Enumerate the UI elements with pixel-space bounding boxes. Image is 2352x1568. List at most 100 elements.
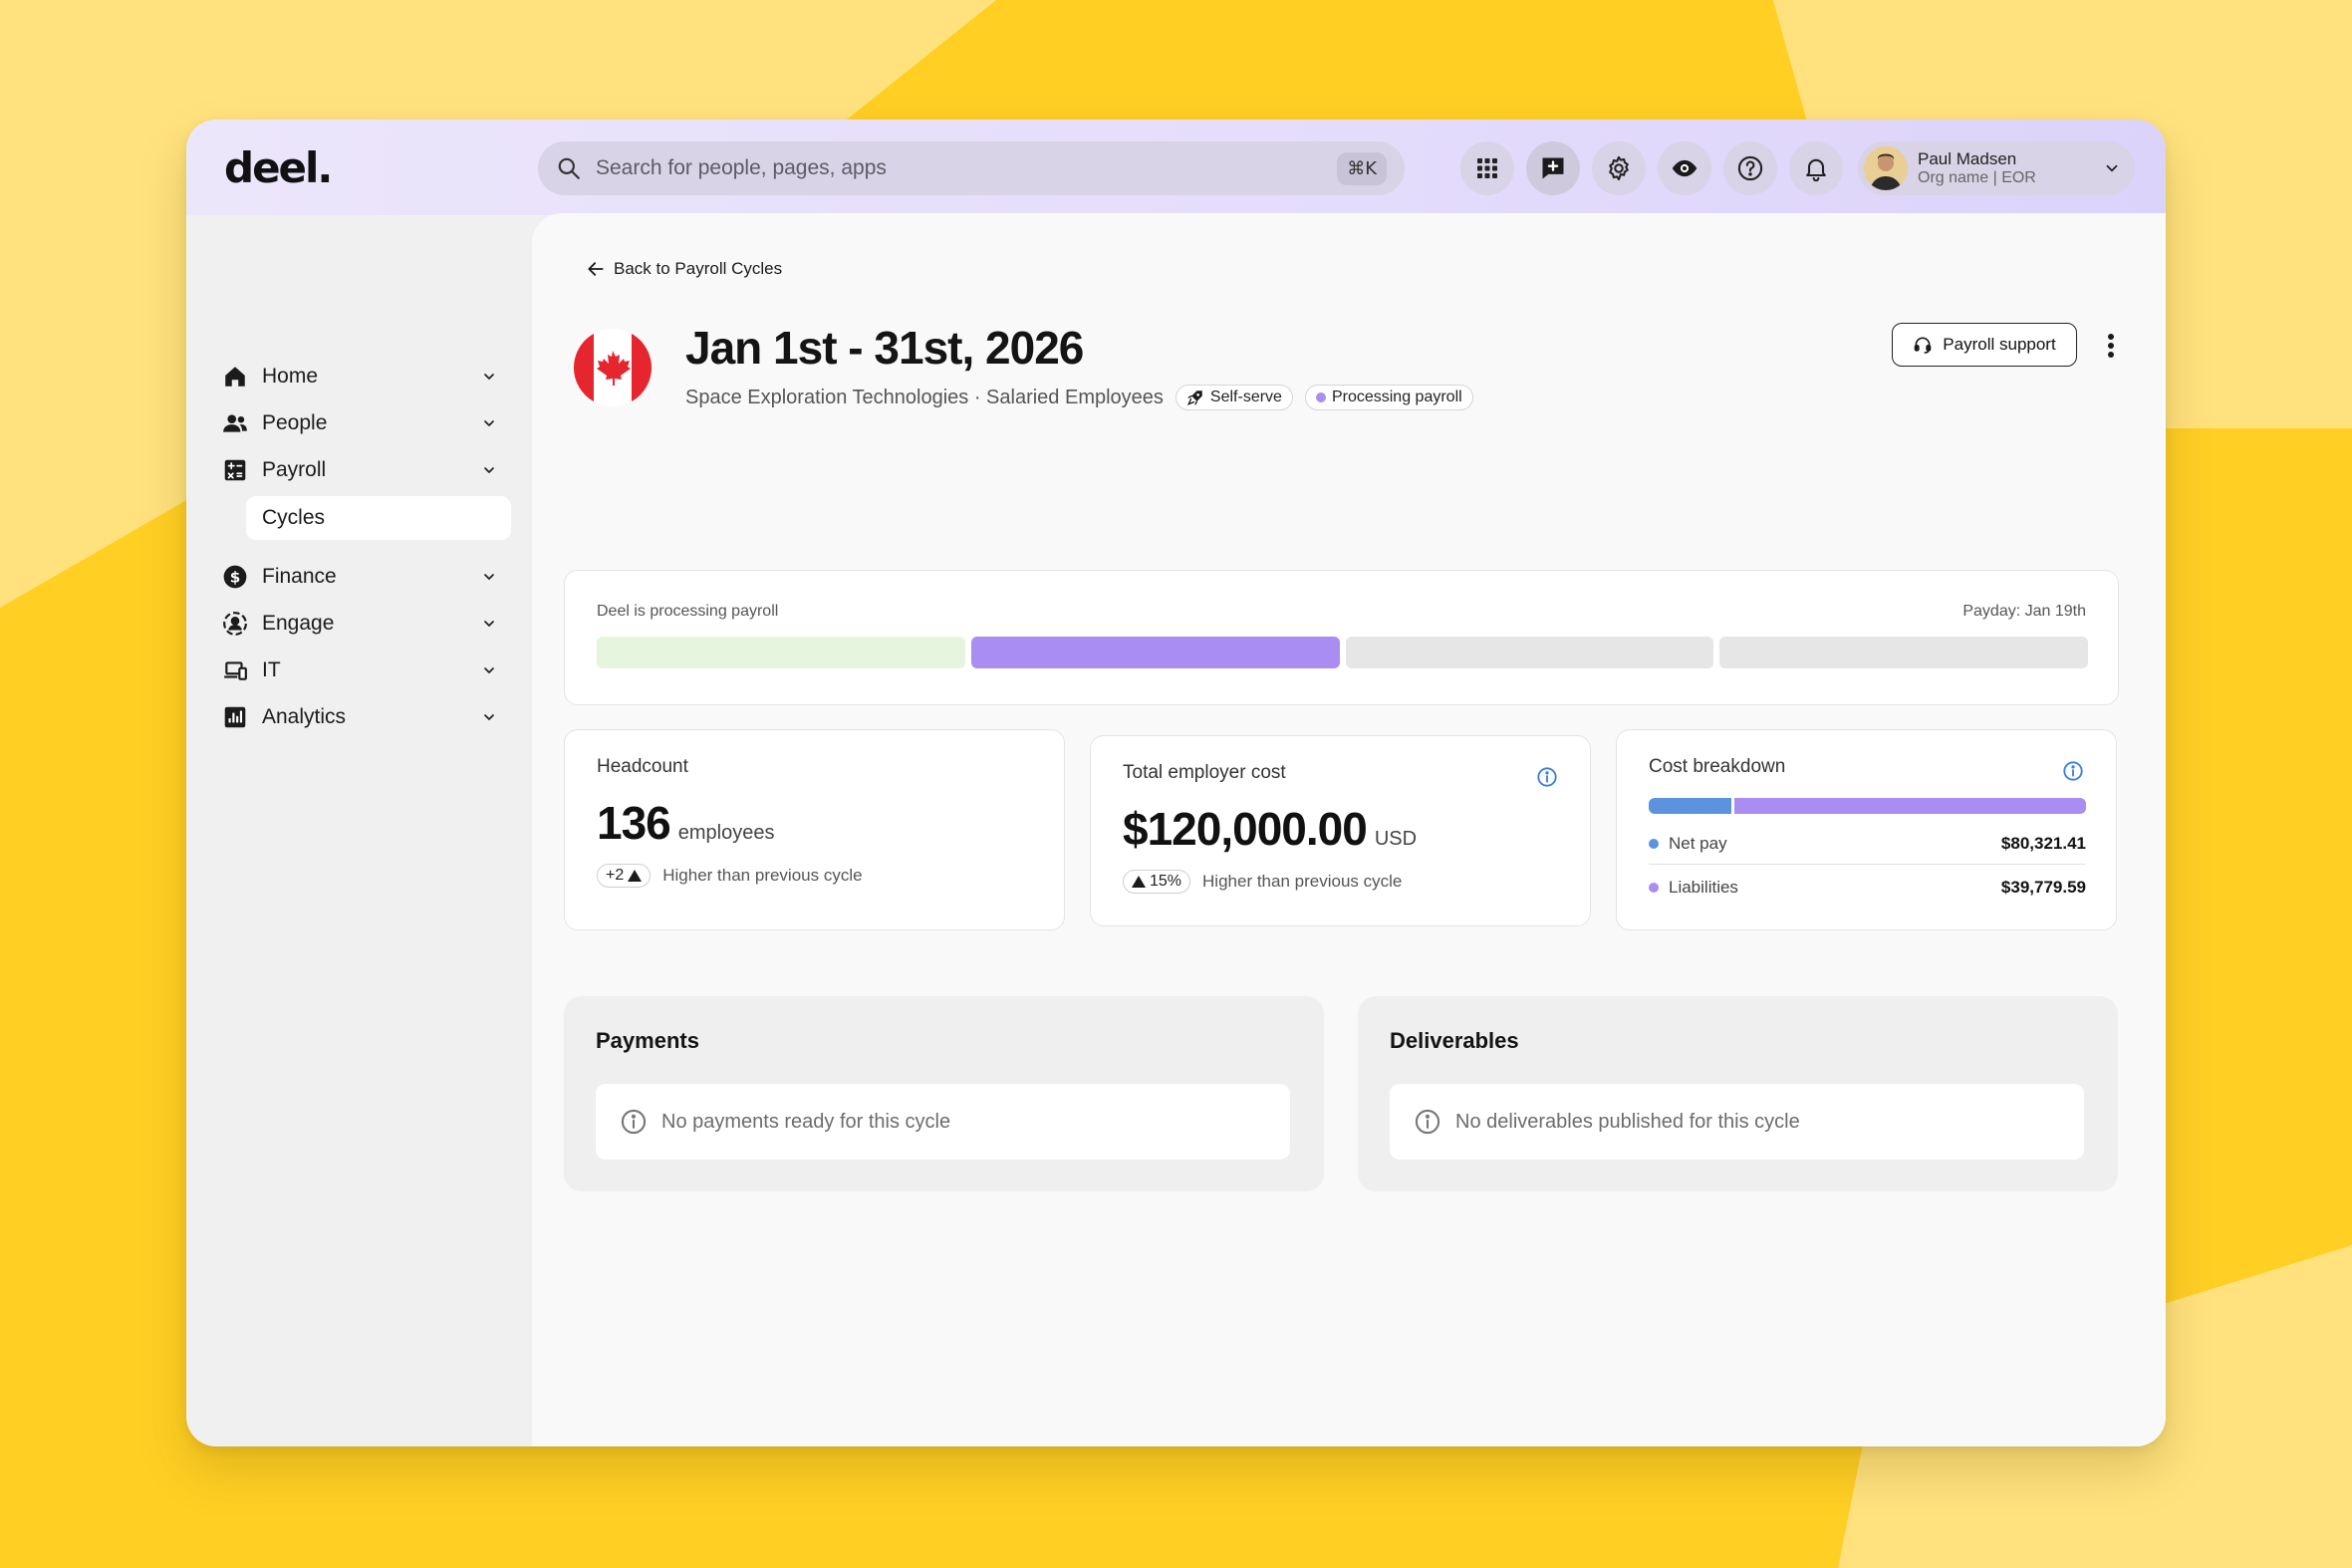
- sidebar-item-finance[interactable]: $ Finance: [222, 555, 497, 599]
- company-label: Space Exploration Technologies · Salarie…: [685, 386, 1164, 408]
- top-actions: [1460, 141, 1843, 195]
- headset-icon: [1914, 337, 1932, 354]
- payroll-support-label: Payroll support: [1943, 335, 2056, 354]
- headcount-label: Headcount: [597, 756, 688, 777]
- more-options-button[interactable]: [2096, 329, 2126, 363]
- self-serve-chip: Self-serve: [1175, 385, 1293, 410]
- apps-grid-button[interactable]: [1460, 141, 1514, 195]
- employer-cost-delta-badge: 15%: [1123, 870, 1191, 894]
- chevron-down-icon[interactable]: [481, 662, 497, 678]
- payroll-progress-card: Deel is processing payroll Payday: Jan 1…: [564, 570, 2119, 705]
- chevron-down-icon[interactable]: [481, 415, 497, 431]
- chevron-down-icon[interactable]: [481, 616, 497, 632]
- back-link-label: Back to Payroll Cycles: [614, 259, 783, 278]
- people-icon: [223, 414, 247, 432]
- deliverables-empty-state: No deliverables published for this cycle: [1390, 1084, 2084, 1160]
- user-menu[interactable]: Paul Madsen Org name | EOR: [1858, 141, 2135, 195]
- employer-cost-unit: USD: [1374, 828, 1418, 850]
- bell-icon: [1806, 158, 1826, 182]
- sidebar-item-label: IT: [262, 658, 281, 681]
- info-icon[interactable]: [1536, 766, 1558, 788]
- deel-logo[interactable]: deel.: [224, 143, 333, 192]
- headcount-unit: employees: [677, 822, 775, 844]
- sidebar-item-analytics[interactable]: Analytics: [222, 695, 497, 739]
- deliverables-panel: Deliverables No deliverables published f…: [1358, 996, 2118, 1191]
- cost-breakdown-label: Cost breakdown: [1649, 756, 1786, 777]
- chevron-down-icon[interactable]: [481, 569, 497, 585]
- search-shortcut: ⌘K: [1337, 151, 1387, 185]
- triangle-up-icon: [628, 870, 643, 882]
- canada-flag-icon: [574, 329, 652, 406]
- deliverables-title: Deliverables: [1390, 1028, 1519, 1053]
- legend-dot: [1649, 839, 1659, 849]
- sidebar-item-label: Payroll: [262, 458, 327, 481]
- main-content: Back to Payroll Cycles Jan 1st - 31st, 2…: [532, 213, 2166, 1446]
- preview-button[interactable]: [1658, 141, 1711, 195]
- apps-grid-icon: [1477, 158, 1497, 178]
- legend-dot: [1649, 883, 1659, 893]
- user-name: Paul Madsen: [1918, 149, 2017, 169]
- employer-cost-card: Total employer cost $120,000.00 USD 15% …: [1090, 735, 1591, 926]
- notifications-button[interactable]: [1789, 141, 1843, 195]
- page-subtitle: Space Exploration Technologies · Salarie…: [685, 385, 1473, 410]
- sidebar-item-cycles[interactable]: Cycles: [246, 496, 511, 540]
- headcount-number: 136: [597, 797, 671, 849]
- payroll-icon: [224, 459, 246, 481]
- chevron-up-icon[interactable]: [481, 462, 497, 478]
- payments-empty-state: No payments ready for this cycle: [596, 1084, 1290, 1160]
- cost-breakdown-card: Cost breakdown Net pay $80,321.41 Liabil…: [1616, 729, 2117, 930]
- progress-segment-pending: [1719, 637, 2088, 668]
- divider: [1649, 864, 2086, 865]
- headcount-delta-note: Higher than previous cycle: [662, 866, 863, 885]
- devices-icon: [224, 661, 247, 680]
- employer-cost-label: Total employer cost: [1123, 762, 1286, 783]
- employer-cost-delta-note: Higher than previous cycle: [1202, 872, 1403, 891]
- home-icon: [225, 367, 245, 387]
- status-label: Processing payroll: [1331, 389, 1462, 405]
- arrow-left-icon: [588, 262, 604, 276]
- chat-button[interactable]: [1526, 141, 1580, 195]
- employer-cost-number: $120,000.00: [1123, 803, 1368, 855]
- cost-breakdown-bar: [1649, 798, 2086, 814]
- liabilities-bar-segment: [1733, 798, 2086, 814]
- headcount-delta-badge: +2: [597, 864, 652, 888]
- sidebar-item-people[interactable]: People: [222, 401, 497, 445]
- info-icon: [1415, 1109, 1440, 1135]
- headcount-card: Headcount 136 employees +2 Higher than p…: [564, 729, 1065, 930]
- sidebar-item-it[interactable]: IT: [222, 649, 497, 692]
- more-vertical-icon: [2108, 334, 2114, 358]
- sidebar-item-label: Home: [262, 365, 319, 388]
- settings-button[interactable]: [1592, 141, 1646, 195]
- sidebar-item-engage[interactable]: Engage: [222, 602, 497, 646]
- triangle-up-icon: [1132, 876, 1146, 888]
- sidebar-item-home[interactable]: Home: [222, 355, 497, 398]
- sidebar-item-label: Engage: [262, 612, 335, 635]
- search-bar[interactable]: ⌘K: [538, 141, 1405, 195]
- info-icon[interactable]: [2062, 760, 2084, 782]
- progress-bar: [597, 637, 2088, 668]
- dollar-icon: $: [223, 565, 247, 589]
- sidebar: Home People Payroll Cycles $ Finance Eng…: [186, 215, 532, 1446]
- liabilities-label: Liabilities: [1669, 878, 1738, 897]
- search-input[interactable]: [596, 156, 1324, 180]
- self-serve-label: Self-serve: [1209, 389, 1282, 405]
- headcount-delta-value: +2: [606, 867, 625, 884]
- back-link[interactable]: Back to Payroll Cycles: [586, 259, 782, 279]
- info-icon: [621, 1109, 647, 1135]
- rocket-icon: [1186, 391, 1202, 406]
- help-button[interactable]: [1723, 141, 1777, 195]
- progress-segment-current: [970, 637, 1340, 668]
- svg-text:$: $: [230, 568, 241, 586]
- payments-panel: Payments No payments ready for this cycl…: [564, 996, 1324, 1191]
- chevron-down-icon: [2106, 164, 2118, 172]
- payroll-support-button[interactable]: Payroll support: [1892, 323, 2077, 367]
- headcount-delta: +2 Higher than previous cycle: [597, 864, 863, 888]
- chevron-down-icon[interactable]: [481, 369, 497, 385]
- gear-icon: [1609, 155, 1629, 181]
- avatar: [1864, 146, 1908, 190]
- sidebar-item-label: Finance: [262, 565, 337, 588]
- sidebar-item-payroll[interactable]: Payroll: [222, 448, 497, 492]
- engage-icon: [223, 612, 247, 636]
- chevron-down-icon[interactable]: [481, 709, 497, 725]
- analytics-icon: [224, 706, 246, 728]
